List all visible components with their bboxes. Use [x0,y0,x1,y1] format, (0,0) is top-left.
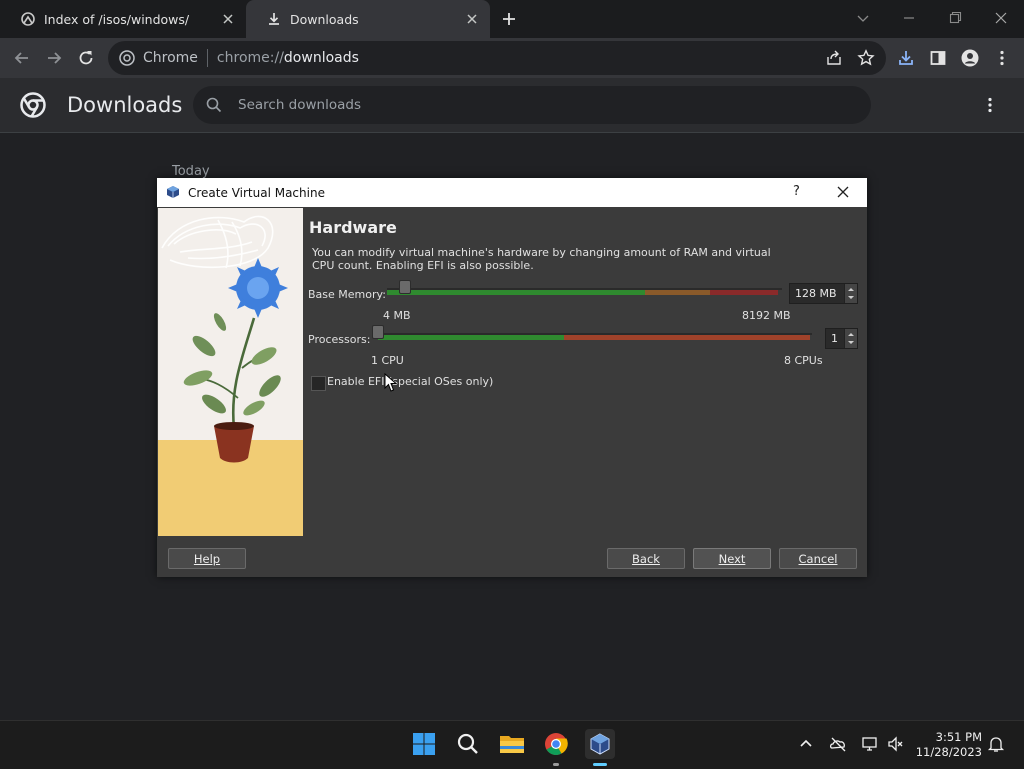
search-downloads-input[interactable]: Search downloads [193,86,871,124]
processors-danger-range [564,335,810,340]
active-app-indicator [593,763,607,766]
page-heading: Hardware [309,218,397,237]
cancel-button-label: Cancel [798,551,838,566]
downloads-menu-kebab-icon[interactable] [980,95,1000,115]
next-button[interactable]: Next [693,548,771,569]
spin-arrows-icon[interactable] [844,329,857,348]
virtualbox-icon [166,185,180,199]
profile-avatar-icon[interactable] [960,48,980,68]
volume-muted-icon[interactable] [887,735,905,753]
help-button-label: Help [193,551,221,566]
tab-label: Index of /isos/windows/ [44,11,190,27]
url-page: downloads [283,50,359,66]
tab-label: Downloads [290,11,359,27]
system-clock[interactable]: 3:51 PM 11/28/2023 [914,730,982,760]
enable-efi-label[interactable]: Enable EFI (special OSes only) [327,375,493,388]
enable-efi-checkbox[interactable] [311,376,326,391]
downloads-header: Downloads Search downloads [0,78,1024,133]
browser-toolbar: Chrome chrome://downloads [0,38,1024,78]
back-button[interactable]: Back [607,548,685,569]
network-icon[interactable] [861,735,879,753]
omnibox-site-chip: Chrome [143,50,198,66]
processors-label: Processors: [308,333,371,346]
tab-strip: Index of /isos/windows/ Downloads [0,0,1024,38]
search-icon[interactable] [453,729,483,759]
new-tab-plus-icon[interactable] [500,10,518,28]
page-title: Downloads [67,93,183,117]
processors-safe-range [378,335,564,340]
date-section-label: Today [172,164,210,179]
omnibox-url: chrome://downloads [217,50,359,66]
base-memory-slider-handle[interactable] [399,280,412,294]
memory-max-label: 8192 MB [742,309,791,322]
processors-slider[interactable] [372,325,812,343]
file-explorer-icon[interactable] [497,729,527,759]
forward-arrow-icon[interactable] [44,48,64,68]
start-windows-icon[interactable] [409,729,439,759]
tab-downloads[interactable]: Downloads [246,0,490,38]
cancel-button[interactable]: Cancel [779,548,857,569]
help-button[interactable]: Help [168,548,246,569]
memory-min-label: 4 MB [383,309,411,322]
download-icon [266,11,282,27]
processors-slider-handle[interactable] [372,325,384,339]
wizard-illustration [158,208,303,536]
back-button-label: Back [632,551,660,566]
tab-search-chevron-down-icon[interactable] [853,8,873,28]
chrome-running-indicator [553,763,559,766]
next-button-label: Next [718,551,746,566]
dialog-title: Create Virtual Machine [188,186,325,200]
close-tab-icon[interactable] [220,11,236,27]
memory-value: 128 MB [795,287,837,300]
show-hidden-icons-chevron-up-icon[interactable] [797,735,815,753]
chrome-taskbar-icon[interactable] [541,729,571,759]
base-memory-slider[interactable] [387,280,782,298]
share-icon[interactable] [824,48,844,68]
search-placeholder: Search downloads [238,97,361,113]
processors-spinbox[interactable]: 1 [825,328,858,349]
memory-danger-range [710,290,778,295]
create-vm-dialog: Create Virtual Machine ? Hardware You ca… [157,178,867,577]
memory-safe-range [387,290,645,295]
tab-index-isos[interactable]: Index of /isos/windows/ [0,0,246,38]
close-tab-icon[interactable] [464,11,480,27]
memory-warn-range [645,290,710,295]
downloads-toolbar-icon[interactable] [896,48,916,68]
address-bar[interactable]: Chrome chrome://downloads [108,41,886,75]
search-icon [205,96,223,114]
reload-icon[interactable] [76,48,96,68]
site-favicon-icon [20,11,36,27]
processors-value: 1 [831,332,838,345]
back-arrow-icon[interactable] [12,48,32,68]
restore-icon[interactable] [945,8,965,28]
dialog-help-button[interactable]: ? [793,184,800,199]
notification-bell-icon[interactable] [987,735,1005,753]
bookmark-star-icon[interactable] [856,48,876,68]
chrome-logo-icon [20,92,46,118]
dialog-titlebar[interactable]: Create Virtual Machine ? [157,178,867,207]
clock-time: 3:51 PM [935,730,982,744]
side-panel-icon[interactable] [928,48,948,68]
minimize-icon[interactable] [899,8,919,28]
spin-arrows-icon[interactable] [844,284,857,303]
menu-kebab-icon[interactable] [992,48,1012,68]
close-window-icon[interactable] [991,8,1011,28]
clock-date: 11/28/2023 [915,745,982,759]
chrome-logo-icon [119,50,135,66]
taskbar: 3:51 PM 11/28/2023 [0,720,1024,769]
page-description: You can modify virtual machine's hardwar… [312,246,771,272]
onedrive-offline-icon[interactable] [829,735,847,753]
base-memory-label: Base Memory: [308,288,386,301]
omnibox-separator [206,49,208,67]
processors-min-label: 1 CPU [371,354,404,367]
virtualbox-taskbar-icon[interactable] [585,729,615,759]
base-memory-spinbox[interactable]: 128 MB [789,283,858,304]
processors-max-label: 8 CPUs [784,354,823,367]
url-prefix: chrome:// [216,50,284,66]
mouse-cursor-icon [384,372,398,393]
dialog-close-icon[interactable] [836,185,850,199]
